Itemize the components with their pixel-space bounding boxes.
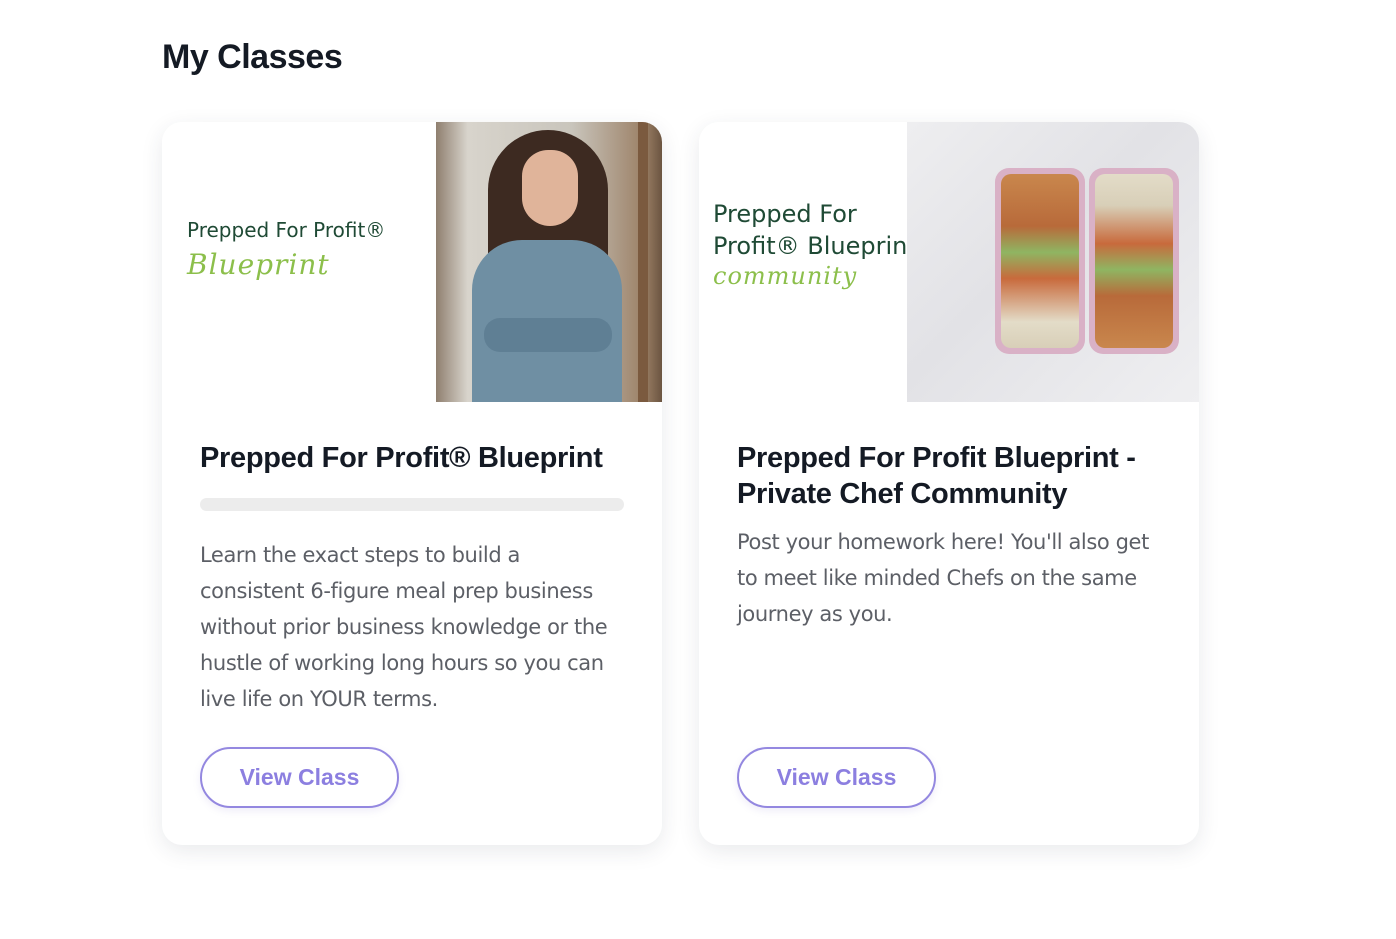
- class-title: Prepped For Profit Blueprint - Private C…: [737, 442, 1136, 510]
- meal-prep-photo: [907, 122, 1199, 402]
- class-thumbnail[interactable]: Prepped For Profit® Blueprint: [162, 122, 662, 402]
- instructor-photo: [436, 122, 662, 402]
- thumbnail-script: Blueprint: [187, 248, 330, 281]
- class-thumbnail[interactable]: Prepped For Profit® Blueprint community: [699, 122, 1199, 402]
- thumbnail-title: Prepped For Profit®: [187, 218, 386, 242]
- view-class-button[interactable]: View Class: [200, 747, 399, 808]
- class-description: Learn the exact steps to build a consist…: [200, 543, 608, 711]
- thumbnail-title-line2: Profit® Blueprint: [713, 232, 917, 260]
- thumbnail-title: Prepped For: [713, 200, 857, 228]
- thumbnail-script: community: [713, 262, 858, 290]
- page-title: My Classes: [162, 38, 343, 76]
- class-title: Prepped For Profit® Blueprint: [200, 442, 603, 474]
- view-class-button[interactable]: View Class: [737, 747, 936, 808]
- progress-bar: [200, 498, 624, 511]
- class-card: Prepped For Profit® Blueprint community …: [699, 122, 1199, 845]
- class-description: Post your homework here! You'll also get…: [737, 530, 1149, 626]
- class-card: Prepped For Profit® Blueprint Prepped Fo…: [162, 122, 662, 845]
